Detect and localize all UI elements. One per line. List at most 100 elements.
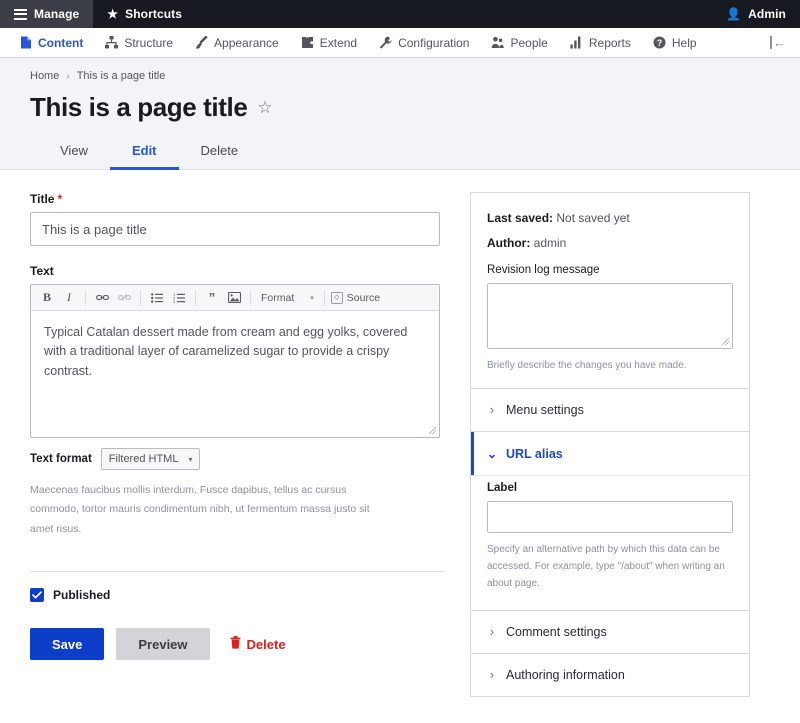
published-label[interactable]: Published xyxy=(53,588,110,602)
menu-item-appearance[interactable]: Appearance xyxy=(184,28,290,58)
url-alias-field-label: Label xyxy=(487,482,733,494)
numbered-list-icon[interactable]: 123 xyxy=(169,288,189,308)
tab-view[interactable]: View xyxy=(38,137,110,170)
source-button[interactable]: ◇ Source xyxy=(331,292,380,304)
toolbar-separator xyxy=(140,290,141,305)
admin-menu-bar: Content Structure Appearance Extend Conf… xyxy=(0,28,800,58)
menu-label: Appearance xyxy=(214,36,279,50)
text-format-help: Maecenas faucibus mollis interdum. Fusce… xyxy=(30,481,375,539)
menu-label: Help xyxy=(672,36,697,50)
node-tabs: View Edit Delete xyxy=(0,123,800,169)
menu-item-extend[interactable]: Extend xyxy=(290,28,368,58)
node-edit-form: Title* Text B I xyxy=(0,192,470,660)
author-line: Author: admin xyxy=(487,236,733,250)
page-header-region: Home › This is a page title This is a pa… xyxy=(0,58,800,170)
bulleted-list-icon[interactable] xyxy=(147,288,167,308)
last-saved-label: Last saved: xyxy=(487,211,553,225)
menu-item-people[interactable]: People xyxy=(480,28,558,58)
text-format-label: Text format xyxy=(30,453,92,465)
paintbrush-icon xyxy=(195,36,208,49)
link-icon[interactable] xyxy=(92,288,112,308)
menu-label: Content xyxy=(38,36,83,50)
revision-log-textarea[interactable] xyxy=(487,283,733,349)
editor-paragraph: Typical Catalan dessert made from cream … xyxy=(44,323,426,381)
chevron-down-icon: ▾ xyxy=(188,455,192,464)
hamburger-icon xyxy=(14,6,27,22)
shortcuts-button[interactable]: ★ Shortcuts xyxy=(93,0,196,28)
menu-settings-label: Menu settings xyxy=(506,403,584,417)
admin-toolbar-spacer xyxy=(196,0,712,28)
authoring-information-header[interactable]: › Authoring information xyxy=(471,654,749,696)
tab-delete[interactable]: Delete xyxy=(179,137,261,170)
comment-settings-header[interactable]: › Comment settings xyxy=(471,611,749,653)
url-alias-body: Label Specify an alternative path by whi… xyxy=(471,475,749,610)
author-value: admin xyxy=(534,236,567,250)
collapse-left-arrow-icon[interactable]: ← xyxy=(760,35,800,50)
save-button[interactable]: Save xyxy=(30,628,104,660)
text-field-label: Text xyxy=(30,264,440,278)
form-actions: Save Preview Delete xyxy=(30,628,440,660)
blockquote-button[interactable]: ” xyxy=(202,288,222,308)
svg-text:3: 3 xyxy=(173,299,176,303)
toolbar-separator xyxy=(195,290,196,305)
preview-button[interactable]: Preview xyxy=(116,628,209,660)
page-title: This is a page title xyxy=(30,92,247,123)
url-alias-input[interactable] xyxy=(487,501,733,533)
sidebar-section-authoring-information: › Authoring information xyxy=(471,654,749,696)
textarea-resize-handle[interactable] xyxy=(720,336,730,346)
last-saved-value: Not saved yet xyxy=(556,211,629,225)
user-account-button[interactable]: 👤 Admin xyxy=(712,0,800,28)
structure-icon xyxy=(105,36,118,49)
chevron-right-icon: › xyxy=(487,625,497,639)
toolbar-separator xyxy=(324,290,325,305)
italic-button[interactable]: I xyxy=(59,288,79,308)
menu-settings-header[interactable]: › Menu settings xyxy=(471,389,749,431)
orientation-arrow: ← xyxy=(773,35,786,50)
unlink-icon[interactable] xyxy=(114,288,134,308)
question-mark-icon: ? xyxy=(653,36,666,49)
menu-item-structure[interactable]: Structure xyxy=(94,28,184,58)
title-input[interactable] xyxy=(30,212,440,246)
node-meta-sidebar: Last saved: Not saved yet Author: admin … xyxy=(470,192,770,697)
toolbar-separator xyxy=(85,290,86,305)
people-icon xyxy=(491,36,504,49)
editor-resize-handle[interactable] xyxy=(427,425,437,435)
menu-item-reports[interactable]: Reports xyxy=(559,28,642,58)
menu-label: Extend xyxy=(320,36,357,50)
page-body: Title* Text B I xyxy=(0,170,800,723)
breadcrumb-home-link[interactable]: Home xyxy=(30,70,59,82)
star-outline-icon[interactable]: ☆ xyxy=(257,99,272,116)
format-dropdown[interactable]: Format ▾ xyxy=(257,292,318,304)
url-alias-header[interactable]: ⌄ URL alias xyxy=(471,432,749,475)
menu-label: Structure xyxy=(124,36,173,50)
published-row: Published xyxy=(30,588,440,602)
user-icon: 👤 xyxy=(726,8,741,20)
toolbar-separator xyxy=(250,290,251,305)
editor-content-area[interactable]: Typical Catalan dessert made from cream … xyxy=(31,311,439,437)
menu-item-configuration[interactable]: Configuration xyxy=(368,28,480,58)
bold-button[interactable]: B xyxy=(37,288,57,308)
menu-item-content[interactable]: Content xyxy=(8,28,94,58)
sidebar-card: Last saved: Not saved yet Author: admin … xyxy=(470,192,750,697)
chevron-down-icon: ▾ xyxy=(310,294,314,302)
image-icon[interactable] xyxy=(224,288,244,308)
menu-label: People xyxy=(510,36,547,50)
editor-toolbar: B I 123 xyxy=(31,285,439,311)
revision-log-help: Briefly describe the changes you have ma… xyxy=(487,357,733,374)
delete-link[interactable]: Delete xyxy=(230,636,286,652)
menu-item-help[interactable]: ? Help xyxy=(642,28,708,58)
revision-log-label: Revision log message xyxy=(487,264,733,276)
text-format-select[interactable]: Filtered HTML ▾ xyxy=(101,448,201,470)
checkmark-icon xyxy=(32,591,42,599)
tab-edit[interactable]: Edit xyxy=(110,137,179,170)
comment-settings-label: Comment settings xyxy=(506,625,607,639)
published-checkbox[interactable] xyxy=(30,588,44,602)
puzzle-piece-icon xyxy=(301,36,314,49)
meta-summary: Last saved: Not saved yet Author: admin … xyxy=(471,193,749,389)
content-page-icon xyxy=(19,36,32,49)
title-label-text: Title xyxy=(30,192,54,206)
manage-button[interactable]: Manage xyxy=(0,0,93,28)
breadcrumb-separator: › xyxy=(66,71,69,82)
url-alias-help: Specify an alternative path by which thi… xyxy=(487,541,733,592)
shortcuts-label: Shortcuts xyxy=(125,7,182,21)
